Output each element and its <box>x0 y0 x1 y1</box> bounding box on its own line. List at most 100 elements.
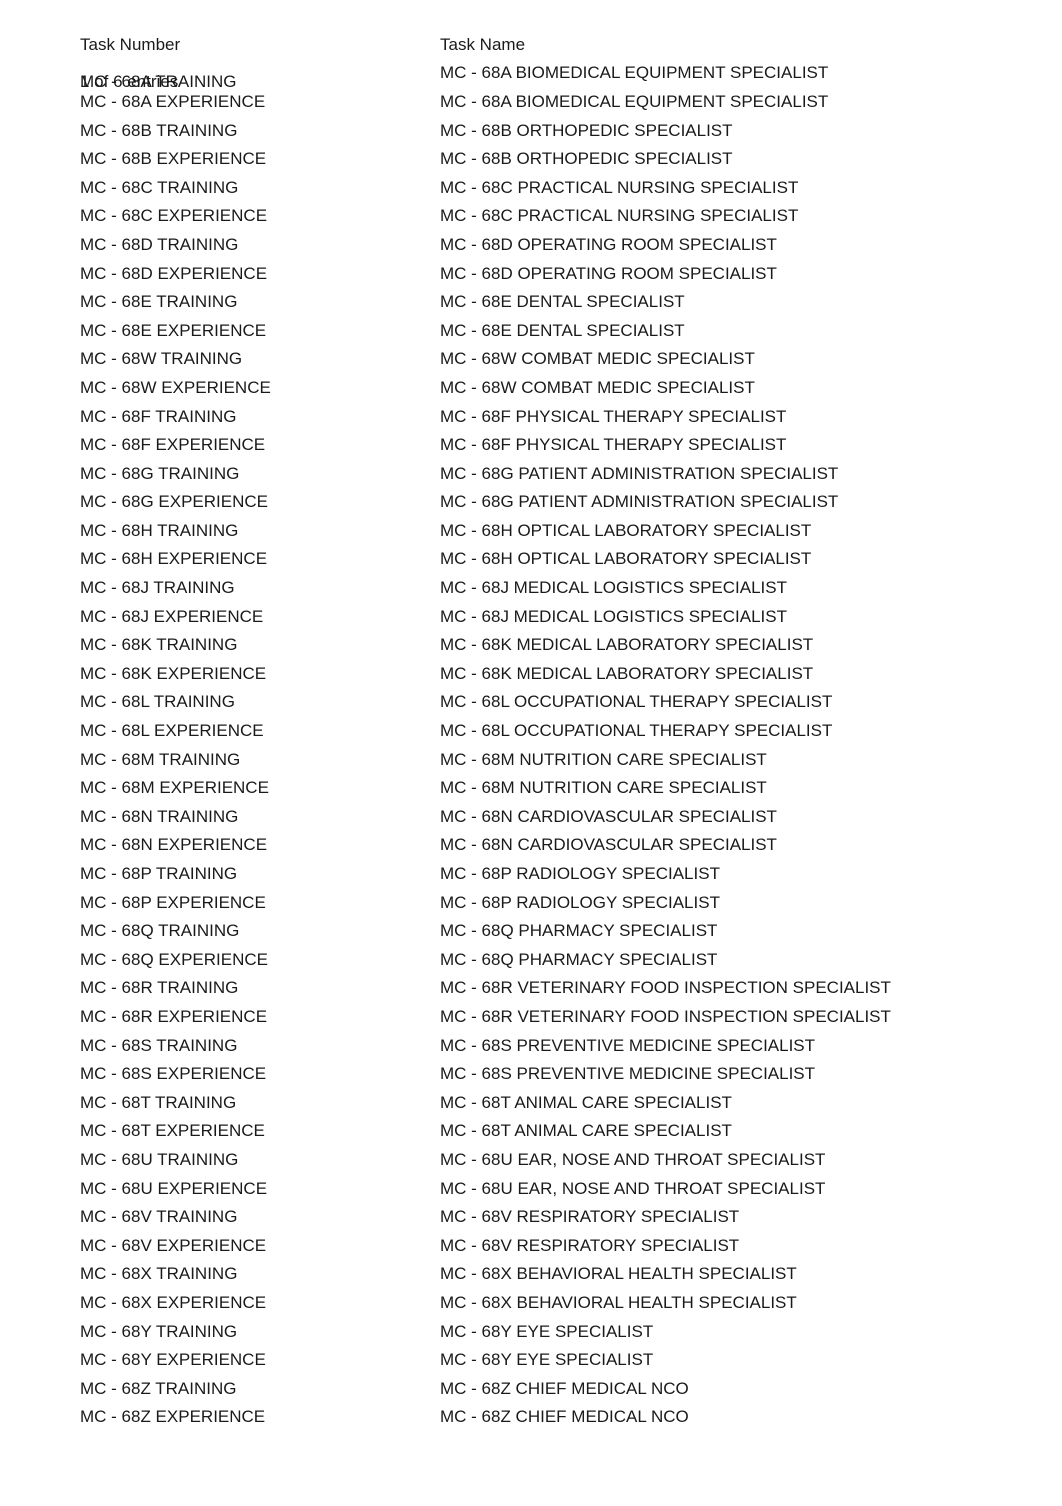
task-name-cell: MC - 68H OPTICAL LABORATORY SPECIALIST <box>440 522 1062 539</box>
task-name-cell: MC - 68F PHYSICAL THERAPY SPECIALIST <box>440 408 1062 425</box>
header-task-name: Task Name <box>440 36 1062 53</box>
task-name-cell: MC - 68X BEHAVIORAL HEALTH SPECIALIST <box>440 1265 1062 1282</box>
table-row: MC - 68X EXPERIENCE MC - 68X BEHAVIORAL … <box>80 1288 1062 1317</box>
task-number-cell: MC - 68U TRAINING <box>80 1151 440 1168</box>
task-number-cell: MC - 68T EXPERIENCE <box>80 1122 440 1139</box>
task-name-cell: MC - 68M NUTRITION CARE SPECIALIST <box>440 779 1062 796</box>
task-name-cell: MC - 68B ORTHOPEDIC SPECIALIST <box>440 122 1062 139</box>
table-row: MC - 68G EXPERIENCE MC - 68G PATIENT ADM… <box>80 488 1062 517</box>
task-name-cell: MC - 68E DENTAL SPECIALIST <box>440 322 1062 339</box>
table-row: MC - 68M TRAINING MC - 68M NUTRITION CAR… <box>80 745 1062 774</box>
table-row: MC - 68E TRAINING MC - 68E DENTAL SPECIA… <box>80 287 1062 316</box>
task-number-cell: MC - 68N TRAINING <box>80 808 440 825</box>
table-row: MC - 68M EXPERIENCE MC - 68M NUTRITION C… <box>80 773 1062 802</box>
task-number-cell: MC - 68R TRAINING <box>80 979 440 996</box>
table-row: MC - 68B TRAINING MC - 68B ORTHOPEDIC SP… <box>80 116 1062 145</box>
task-name-cell: MC - 68U EAR, NOSE AND THROAT SPECIALIST <box>440 1151 1062 1168</box>
task-number-cell: MC - 68Y EXPERIENCE <box>80 1351 440 1368</box>
table-row: MC - 68Z TRAINING MC - 68Z CHIEF MEDICAL… <box>80 1374 1062 1403</box>
task-name-cell: MC - 68H OPTICAL LABORATORY SPECIALIST <box>440 550 1062 567</box>
task-name-cell: MC - 68D OPERATING ROOM SPECIALIST <box>440 236 1062 253</box>
task-number-cell: MC - 68H TRAINING <box>80 522 440 539</box>
task-name-cell: MC - 68W COMBAT MEDIC SPECIALIST <box>440 379 1062 396</box>
task-name-cell: MC - 68C PRACTICAL NURSING SPECIALIST <box>440 207 1062 224</box>
table-row: MC - 68K EXPERIENCE MC - 68K MEDICAL LAB… <box>80 659 1062 688</box>
task-number-cell: MC - 68K TRAINING <box>80 636 440 653</box>
table-row: MC - 68B EXPERIENCE MC - 68B ORTHOPEDIC … <box>80 144 1062 173</box>
task-name-cell: MC - 68R VETERINARY FOOD INSPECTION SPEC… <box>440 1008 1062 1025</box>
task-name-cell: MC - 68J MEDICAL LOGISTICS SPECIALIST <box>440 608 1062 625</box>
task-number-cell: MC - 68A EXPERIENCE <box>80 93 440 110</box>
table-row: MC - 68V EXPERIENCE MC - 68V RESPIRATORY… <box>80 1231 1062 1260</box>
table-row: MC - 68A EXPERIENCE MC - 68A BIOMEDICAL … <box>80 87 1062 116</box>
task-number-cell: MC - 68X EXPERIENCE <box>80 1294 440 1311</box>
table-row: MC - 68X TRAINING MC - 68X BEHAVIORAL HE… <box>80 1260 1062 1289</box>
task-number-cell: MC - 68Q EXPERIENCE <box>80 951 440 968</box>
table-row: MC - 68C EXPERIENCE MC - 68C PRACTICAL N… <box>80 202 1062 231</box>
table-row: MC - 68A TRAINING 1 of 6 entries MC - 68… <box>80 59 1062 88</box>
table-row: MC - 68D TRAINING MC - 68D OPERATING ROO… <box>80 230 1062 259</box>
table-row: MC - 68T TRAINING MC - 68T ANIMAL CARE S… <box>80 1088 1062 1117</box>
table-row: MC - 68H EXPERIENCE MC - 68H OPTICAL LAB… <box>80 545 1062 574</box>
table-row: MC - 68Y EXPERIENCE MC - 68Y EYE SPECIAL… <box>80 1345 1062 1374</box>
overlap-text-2: 1 of 6 entries <box>80 73 178 90</box>
table-row: MC - 68N TRAINING MC - 68N CARDIOVASCULA… <box>80 802 1062 831</box>
table-row: MC - 68K TRAINING MC - 68K MEDICAL LABOR… <box>80 630 1062 659</box>
task-number-cell: MC - 68Q TRAINING <box>80 922 440 939</box>
task-number-cell: MC - 68J TRAINING <box>80 579 440 596</box>
table-row: MC - 68Q EXPERIENCE MC - 68Q PHARMACY SP… <box>80 945 1062 974</box>
task-name-cell: MC - 68Z CHIEF MEDICAL NCO <box>440 1380 1062 1397</box>
table-row: MC - 68R EXPERIENCE MC - 68R VETERINARY … <box>80 1002 1062 1031</box>
task-number-cell: MC - 68M TRAINING <box>80 751 440 768</box>
task-number-cell: MC - 68U EXPERIENCE <box>80 1180 440 1197</box>
task-name-cell: MC - 68P RADIOLOGY SPECIALIST <box>440 894 1062 911</box>
task-name-cell: MC - 68L OCCUPATIONAL THERAPY SPECIALIST <box>440 693 1062 710</box>
task-number-cell: MC - 68F EXPERIENCE <box>80 436 440 453</box>
table-row: MC - 68W TRAINING MC - 68W COMBAT MEDIC … <box>80 345 1062 374</box>
task-name-cell: MC - 68S PREVENTIVE MEDICINE SPECIALIST <box>440 1037 1062 1054</box>
task-name-cell: MC - 68D OPERATING ROOM SPECIALIST <box>440 265 1062 282</box>
task-number-cell: MC - 68S EXPERIENCE <box>80 1065 440 1082</box>
table-row: MC - 68L TRAINING MC - 68L OCCUPATIONAL … <box>80 688 1062 717</box>
task-name-cell: MC - 68Z CHIEF MEDICAL NCO <box>440 1408 1062 1425</box>
header-task-number: Task Number <box>80 36 440 53</box>
task-name-cell: MC - 68T ANIMAL CARE SPECIALIST <box>440 1094 1062 1111</box>
task-name-cell: MC - 68C PRACTICAL NURSING SPECIALIST <box>440 179 1062 196</box>
task-name-cell: MC - 68Q PHARMACY SPECIALIST <box>440 922 1062 939</box>
task-name-cell: MC - 68G PATIENT ADMINISTRATION SPECIALI… <box>440 493 1062 510</box>
task-number-cell: MC - 68F TRAINING <box>80 408 440 425</box>
task-number-cell: MC - 68B TRAINING <box>80 122 440 139</box>
table-row: MC - 68W EXPERIENCE MC - 68W COMBAT MEDI… <box>80 373 1062 402</box>
task-name-cell: MC - 68T ANIMAL CARE SPECIALIST <box>440 1122 1062 1139</box>
table-row: MC - 68Q TRAINING MC - 68Q PHARMACY SPEC… <box>80 916 1062 945</box>
task-name-cell: MC - 68F PHYSICAL THERAPY SPECIALIST <box>440 436 1062 453</box>
task-number-cell: MC - 68C EXPERIENCE <box>80 207 440 224</box>
task-number-cell: MC - 68H EXPERIENCE <box>80 550 440 567</box>
task-number-cell: MC - 68J EXPERIENCE <box>80 608 440 625</box>
task-number-cell: MC - 68P TRAINING <box>80 865 440 882</box>
task-name-cell: MC - 68N CARDIOVASCULAR SPECIALIST <box>440 808 1062 825</box>
task-number-cell: MC - 68D EXPERIENCE <box>80 265 440 282</box>
task-name-cell: MC - 68B ORTHOPEDIC SPECIALIST <box>440 150 1062 167</box>
table-row: MC - 68F TRAINING MC - 68F PHYSICAL THER… <box>80 402 1062 431</box>
task-number-cell: MC - 68N EXPERIENCE <box>80 836 440 853</box>
task-number-cell: MC - 68G EXPERIENCE <box>80 493 440 510</box>
table-row: MC - 68R TRAINING MC - 68R VETERINARY FO… <box>80 974 1062 1003</box>
table-row: MC - 68V TRAINING MC - 68V RESPIRATORY S… <box>80 1202 1062 1231</box>
task-number-cell: MC - 68V EXPERIENCE <box>80 1237 440 1254</box>
task-name-cell: MC - 68L OCCUPATIONAL THERAPY SPECIALIST <box>440 722 1062 739</box>
task-name-cell: MC - 68J MEDICAL LOGISTICS SPECIALIST <box>440 579 1062 596</box>
task-number-cell: MC - 68E TRAINING <box>80 293 440 310</box>
task-number-cell: MC - 68B EXPERIENCE <box>80 150 440 167</box>
table-row: MC - 68P EXPERIENCE MC - 68P RADIOLOGY S… <box>80 888 1062 917</box>
task-name-cell: MC - 68U EAR, NOSE AND THROAT SPECIALIST <box>440 1180 1062 1197</box>
task-number-cell: MC - 68C TRAINING <box>80 179 440 196</box>
task-name-cell: MC - 68A BIOMEDICAL EQUIPMENT SPECIALIST <box>440 64 1062 81</box>
task-number-cell: MC - 68X TRAINING <box>80 1265 440 1282</box>
task-number-cell: MC - 68D TRAINING <box>80 236 440 253</box>
task-name-cell: MC - 68X BEHAVIORAL HEALTH SPECIALIST <box>440 1294 1062 1311</box>
task-name-cell: MC - 68Q PHARMACY SPECIALIST <box>440 951 1062 968</box>
table-row: MC - 68L EXPERIENCE MC - 68L OCCUPATIONA… <box>80 716 1062 745</box>
table-row: MC - 68J TRAINING MC - 68J MEDICAL LOGIS… <box>80 573 1062 602</box>
table-row: MC - 68C TRAINING MC - 68C PRACTICAL NUR… <box>80 173 1062 202</box>
